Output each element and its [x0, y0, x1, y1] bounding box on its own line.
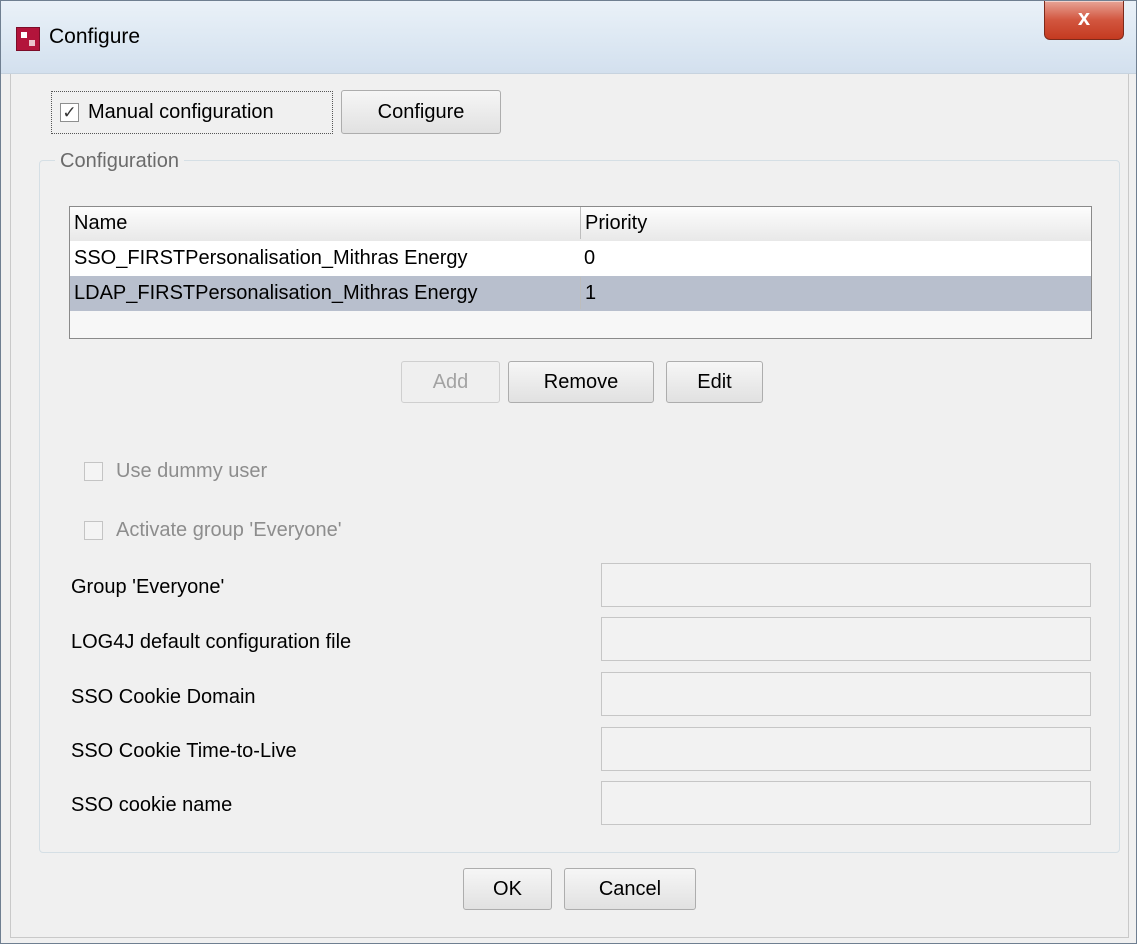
group-everyone-label: Group 'Everyone' [71, 576, 225, 598]
sso-cookie-domain-label: SSO Cookie Domain [71, 686, 256, 708]
table-row[interactable]: SSO_FIRSTPersonalisation_Mithras Energy … [70, 241, 1091, 277]
sso-cookie-domain-field[interactable] [601, 672, 1091, 716]
table-row-selected[interactable]: LDAP_FIRSTPersonalisation_Mithras Energy… [70, 276, 1091, 311]
ok-button[interactable]: OK [463, 868, 552, 910]
configure-dialog: Configure x ✓ Manual configuration Confi… [0, 0, 1137, 944]
sso-cookie-name-label: SSO cookie name [71, 794, 233, 816]
app-icon [16, 27, 40, 51]
window-title: Configure [49, 25, 141, 48]
configuration-group-legend: Configuration [55, 150, 184, 173]
column-header-name[interactable]: Name [70, 207, 580, 239]
edit-button[interactable]: Edit [666, 361, 763, 403]
manual-configuration-checkbox[interactable]: ✓ Manual configuration [51, 91, 333, 134]
manual-configuration-label: Manual configuration [88, 101, 274, 123]
sso-cookie-name-field[interactable] [601, 781, 1091, 825]
log4j-config-file-label: LOG4J default configuration file [71, 631, 352, 653]
configure-button[interactable]: Configure [341, 90, 501, 134]
column-header-priority[interactable]: Priority [580, 207, 1091, 239]
sso-cookie-ttl-label: SSO Cookie Time-to-Live [71, 740, 297, 762]
log4j-config-file-field[interactable] [601, 617, 1091, 661]
row-name-cell: LDAP_FIRSTPersonalisation_Mithras Energy [74, 282, 478, 304]
dialog-content: ✓ Manual configuration Configure Configu… [10, 74, 1129, 938]
row-priority-cell: 1 [580, 277, 1091, 309]
activate-group-everyone-label: Activate group 'Everyone' [116, 519, 342, 541]
configuration-table[interactable]: Name Priority SSO_FIRSTPersonalisation_M… [69, 206, 1092, 339]
row-priority-cell: 0 [584, 247, 596, 269]
use-dummy-user-checkbox[interactable] [84, 462, 103, 481]
use-dummy-user-label: Use dummy user [116, 460, 268, 482]
checkbox-checked-icon[interactable]: ✓ [60, 103, 79, 122]
close-button[interactable]: x [1044, 1, 1124, 40]
remove-button[interactable]: Remove [508, 361, 654, 403]
sso-cookie-ttl-field[interactable] [601, 727, 1091, 771]
activate-group-everyone-checkbox[interactable] [84, 521, 103, 540]
title-bar[interactable]: Configure x [1, 1, 1136, 74]
group-everyone-field[interactable] [601, 563, 1091, 607]
cancel-button[interactable]: Cancel [564, 868, 696, 910]
table-header: Name Priority [70, 207, 1091, 242]
row-name-cell: SSO_FIRSTPersonalisation_Mithras Energy [74, 247, 468, 269]
add-button[interactable]: Add [401, 361, 500, 403]
